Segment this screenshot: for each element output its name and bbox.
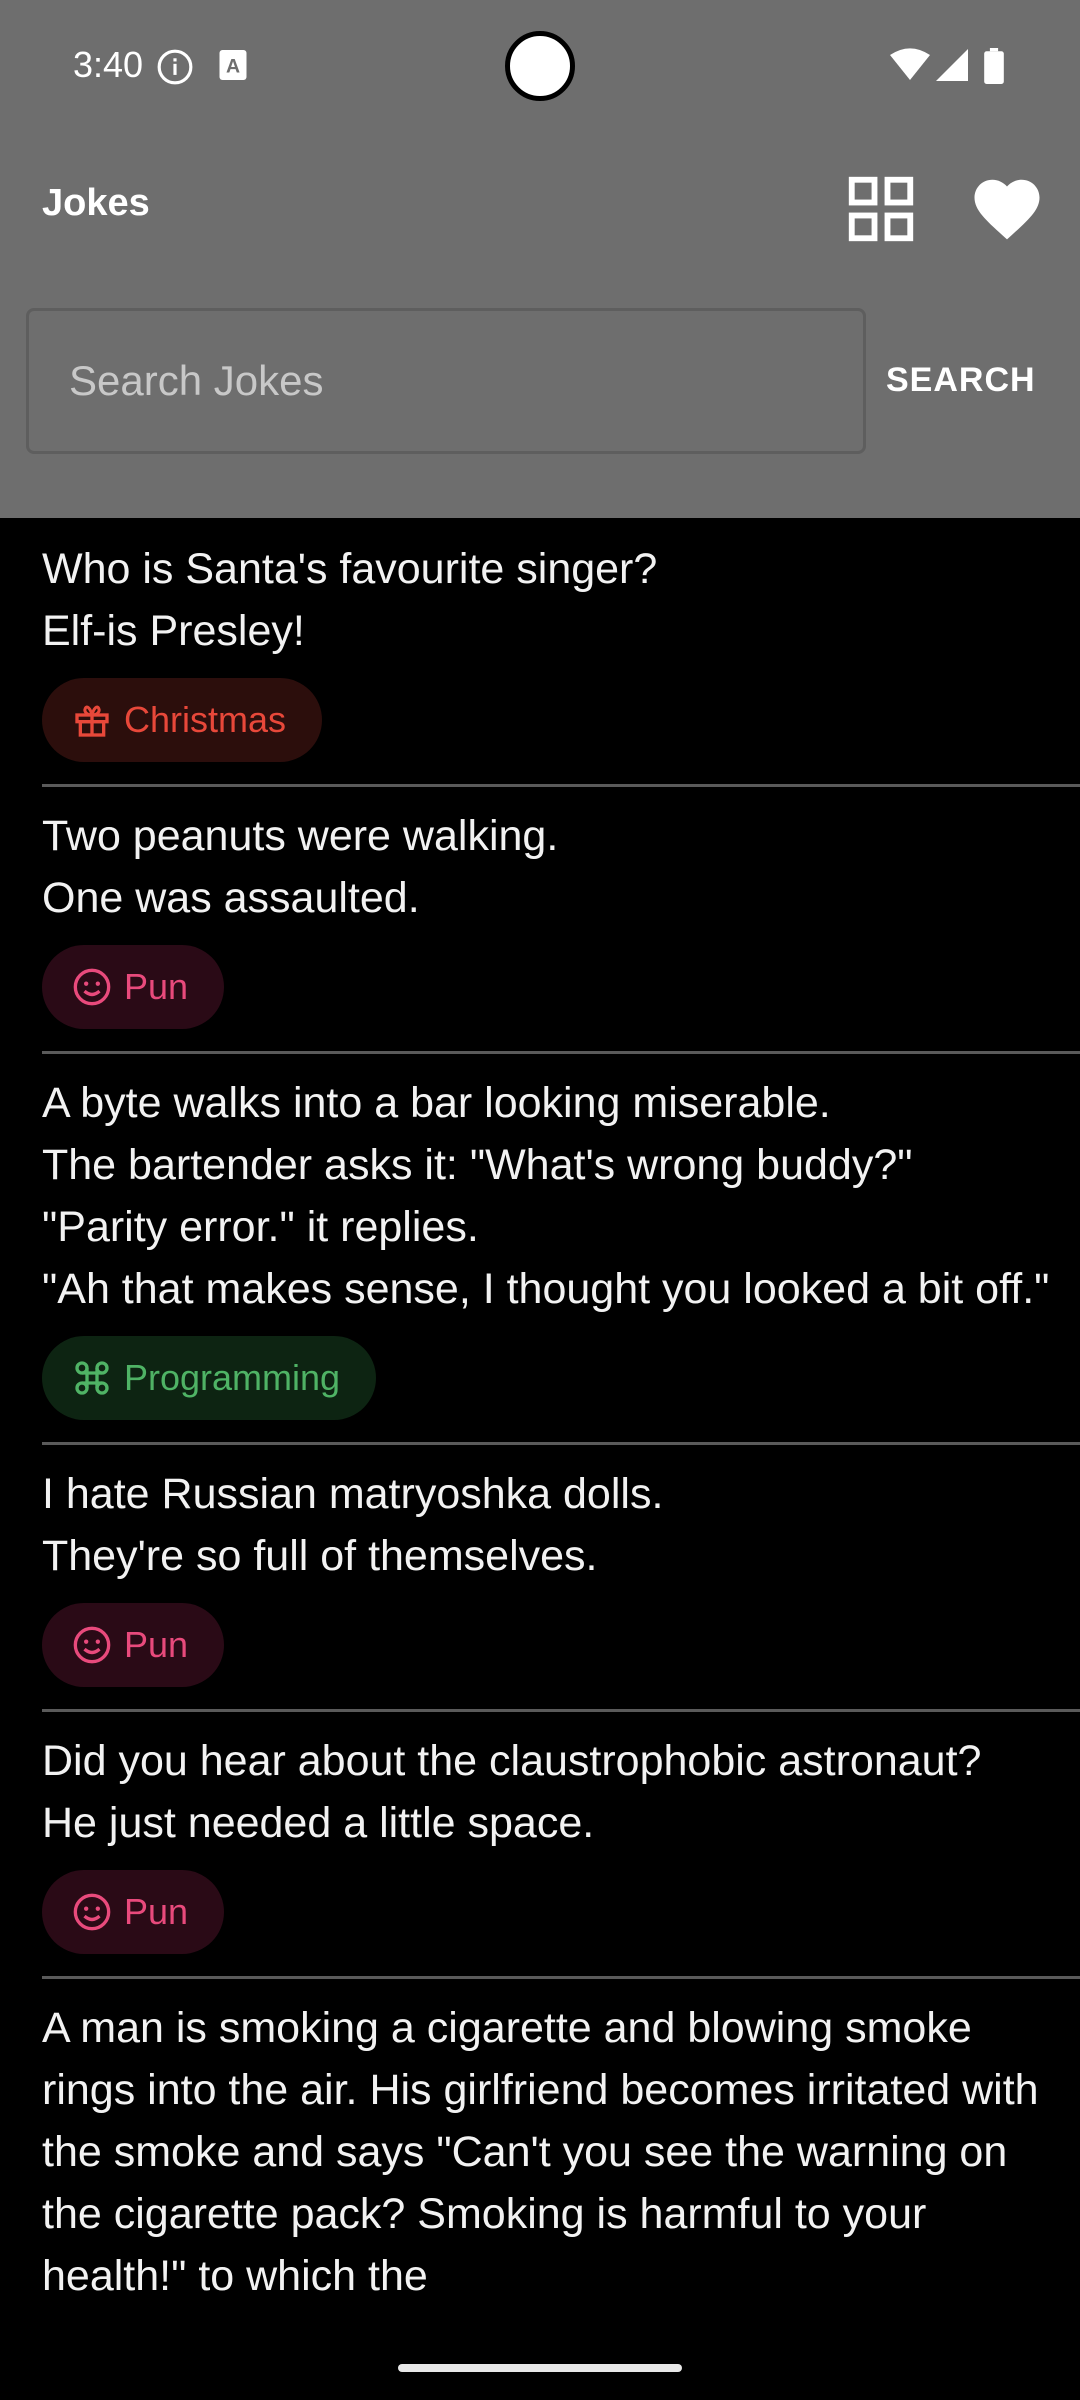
joke-text: A byte walks into a bar looking miserabl… [42,1079,1050,1313]
category-chip-pun[interactable]: Pun [42,1603,225,1687]
joke-text: Two peanuts were walking. One was assaul… [42,812,559,922]
grid-view-button[interactable] [842,170,920,248]
svg-text:A: A [226,56,240,78]
heart-icon [974,179,1040,240]
smiley-icon [73,968,111,1006]
chip-label: Pun [124,1624,189,1665]
joke-item[interactable]: Who is Santa's favourite singer? Elf-is … [42,518,1080,787]
joke-text: I hate Russian matryoshka dolls. They're… [42,1470,664,1580]
app-bar: Jokes SEARCH [0,130,1080,518]
category-chip-christmas[interactable]: Christmas [42,678,323,762]
search-button[interactable]: SEARCH [886,345,1036,415]
category-chip-pun[interactable]: Pun [42,945,225,1029]
info-icon [156,48,194,91]
signal-icon [936,48,968,87]
category-chip-programming[interactable]: Programming [42,1336,377,1420]
search-input[interactable] [69,311,829,451]
joke-item[interactable]: A man is smoking a cigarette and blowing… [42,1979,1080,2329]
status-time: 3:40 [73,44,144,85]
joke-item[interactable]: A byte walks into a bar looking miserabl… [42,1054,1080,1445]
status-bar: 3:40 A [0,0,1080,130]
joke-text: Who is Santa's favourite singer? Elf-is … [42,545,658,655]
command-icon [75,1361,109,1395]
battery-icon [984,48,1004,89]
front-camera [505,31,575,101]
smiley-icon [73,1893,111,1931]
joke-item[interactable]: I hate Russian matryoshka dolls. They're… [42,1445,1080,1712]
chip-label: Programming [124,1357,341,1398]
chip-label: Pun [124,966,189,1007]
grid-icon [848,176,914,242]
home-indicator[interactable] [398,2364,682,2372]
gift-icon [75,705,109,737]
joke-list[interactable]: Who is Santa's favourite singer? Elf-is … [0,518,1080,2400]
category-chip-pun[interactable]: Pun [42,1870,225,1954]
favorites-button[interactable] [968,170,1046,248]
joke-item[interactable]: Did you hear about the claustrophobic as… [42,1712,1080,1979]
joke-text: A man is smoking a cigarette and blowing… [42,2004,1051,2300]
app-title: Jokes [42,182,150,224]
joke-item[interactable]: Two peanuts were walking. One was assaul… [42,787,1080,1054]
chip-label: Pun [124,1891,189,1932]
keyboard-a-icon: A [218,48,248,87]
wifi-icon [890,48,930,87]
chip-label: Christmas [124,699,287,740]
search-field[interactable] [26,308,866,454]
joke-text: Did you hear about the claustrophobic as… [42,1737,982,1847]
smiley-icon [73,1626,111,1664]
